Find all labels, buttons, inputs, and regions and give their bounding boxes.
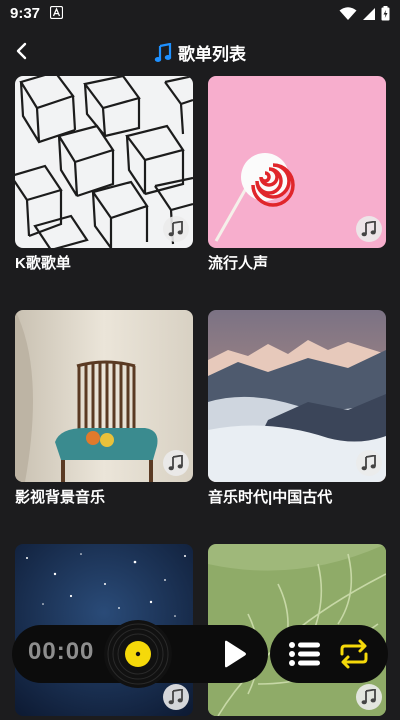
playlist-cover xyxy=(208,310,386,482)
music-badge-icon xyxy=(163,216,189,242)
mini-player: 00:00 xyxy=(12,620,268,688)
notification-icon xyxy=(50,6,63,19)
music-badge-icon xyxy=(163,684,189,710)
playlist-title: 影视背景音乐 xyxy=(15,489,106,506)
music-badge-icon xyxy=(163,450,189,476)
music-badge-icon xyxy=(356,684,382,710)
playlist-cover xyxy=(208,76,386,248)
status-time: 9:37 xyxy=(10,5,41,22)
app-header: 歌单列表 xyxy=(0,30,400,74)
music-badge-icon xyxy=(356,216,382,242)
status-icons xyxy=(339,6,390,21)
playlist-title: 音乐时代|中国古代 xyxy=(208,489,333,506)
repeat-mode-button[interactable] xyxy=(336,638,372,670)
player-controls xyxy=(270,625,388,683)
page-title: 歌单列表 xyxy=(178,45,246,64)
player-time: 00:00 xyxy=(28,638,95,665)
play-button[interactable] xyxy=(216,637,250,671)
playlist-list-button[interactable] xyxy=(288,639,322,669)
signal-icon xyxy=(363,7,375,20)
status-bar: 9:37 xyxy=(0,0,400,28)
wifi-icon xyxy=(339,6,357,20)
music-note-icon xyxy=(154,42,172,62)
playlist-title: 流行人声 xyxy=(208,255,269,272)
playlist-card[interactable]: 流行人声 xyxy=(208,76,386,273)
playlist-card[interactable]: 音乐时代|中国古代 xyxy=(208,310,386,507)
vinyl-disc-icon[interactable] xyxy=(104,620,172,688)
playlist-cover xyxy=(15,310,193,482)
playlist-card[interactable]: K歌歌单 xyxy=(15,76,193,273)
playlist-title: K歌歌单 xyxy=(15,255,71,272)
playlist-cover xyxy=(15,76,193,248)
battery-icon xyxy=(381,6,390,21)
playlist-card[interactable]: 影视背景音乐 xyxy=(15,310,193,507)
music-badge-icon xyxy=(356,450,382,476)
page-title-group: 歌单列表 xyxy=(0,40,400,65)
